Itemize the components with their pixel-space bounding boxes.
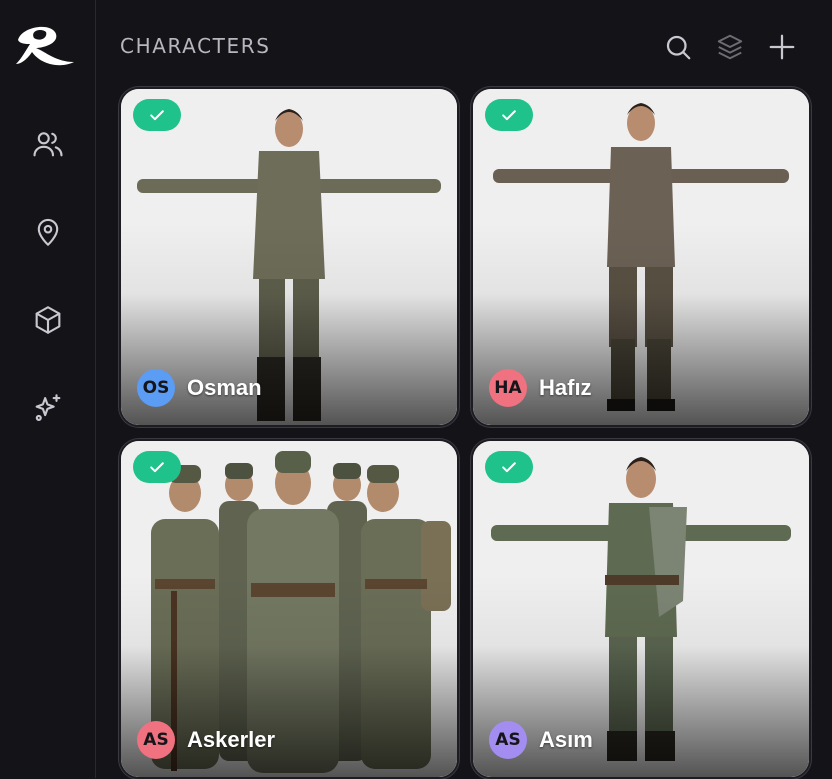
character-card-hafiz[interactable]: HA Hafız: [471, 87, 811, 427]
sidebar-item-objects[interactable]: [28, 300, 68, 340]
selected-badge[interactable]: [133, 99, 181, 131]
avatar: OS: [137, 369, 175, 407]
users-icon: [33, 132, 63, 157]
page-title: CHARACTERS: [120, 34, 271, 58]
character-name: Osman: [187, 375, 262, 400]
sidebar-item-characters[interactable]: [28, 124, 68, 164]
location-pin-icon: [37, 218, 59, 246]
app-logo-icon[interactable]: [12, 18, 78, 70]
search-icon: [666, 35, 691, 60]
character-card-osman[interactable]: OS Osman: [119, 87, 459, 427]
avatar: HA: [489, 369, 527, 407]
character-label: AS Asım: [489, 721, 593, 759]
avatar: AS: [137, 721, 175, 759]
selected-badge[interactable]: [485, 99, 533, 131]
sidebar: [0, 0, 96, 778]
character-card-asim[interactable]: AS Asım: [471, 439, 811, 779]
sidebar-item-locations[interactable]: [28, 212, 68, 252]
check-icon: [150, 110, 164, 121]
layers-icon: [717, 34, 743, 60]
character-name: Askerler: [187, 727, 276, 752]
selected-badge[interactable]: [133, 451, 181, 483]
character-label: OS Osman: [137, 369, 262, 407]
sparkles-icon: [35, 394, 61, 421]
sidebar-item-effects[interactable]: [28, 388, 68, 428]
plus-icon: [769, 34, 795, 60]
check-icon: [502, 462, 516, 473]
check-icon: [150, 462, 164, 473]
character-card-askerler[interactable]: AS Askerler: [119, 439, 459, 779]
add-button[interactable]: [765, 30, 799, 64]
character-label: AS Askerler: [137, 721, 275, 759]
character-label: HA Hafız: [489, 369, 592, 407]
check-icon: [502, 110, 516, 121]
character-name: Hafız: [539, 375, 592, 400]
selected-badge[interactable]: [485, 451, 533, 483]
cube-icon: [35, 306, 61, 334]
search-button[interactable]: [661, 30, 695, 64]
layers-button[interactable]: [713, 30, 747, 64]
avatar: AS: [489, 721, 527, 759]
character-name: Asım: [539, 727, 593, 752]
